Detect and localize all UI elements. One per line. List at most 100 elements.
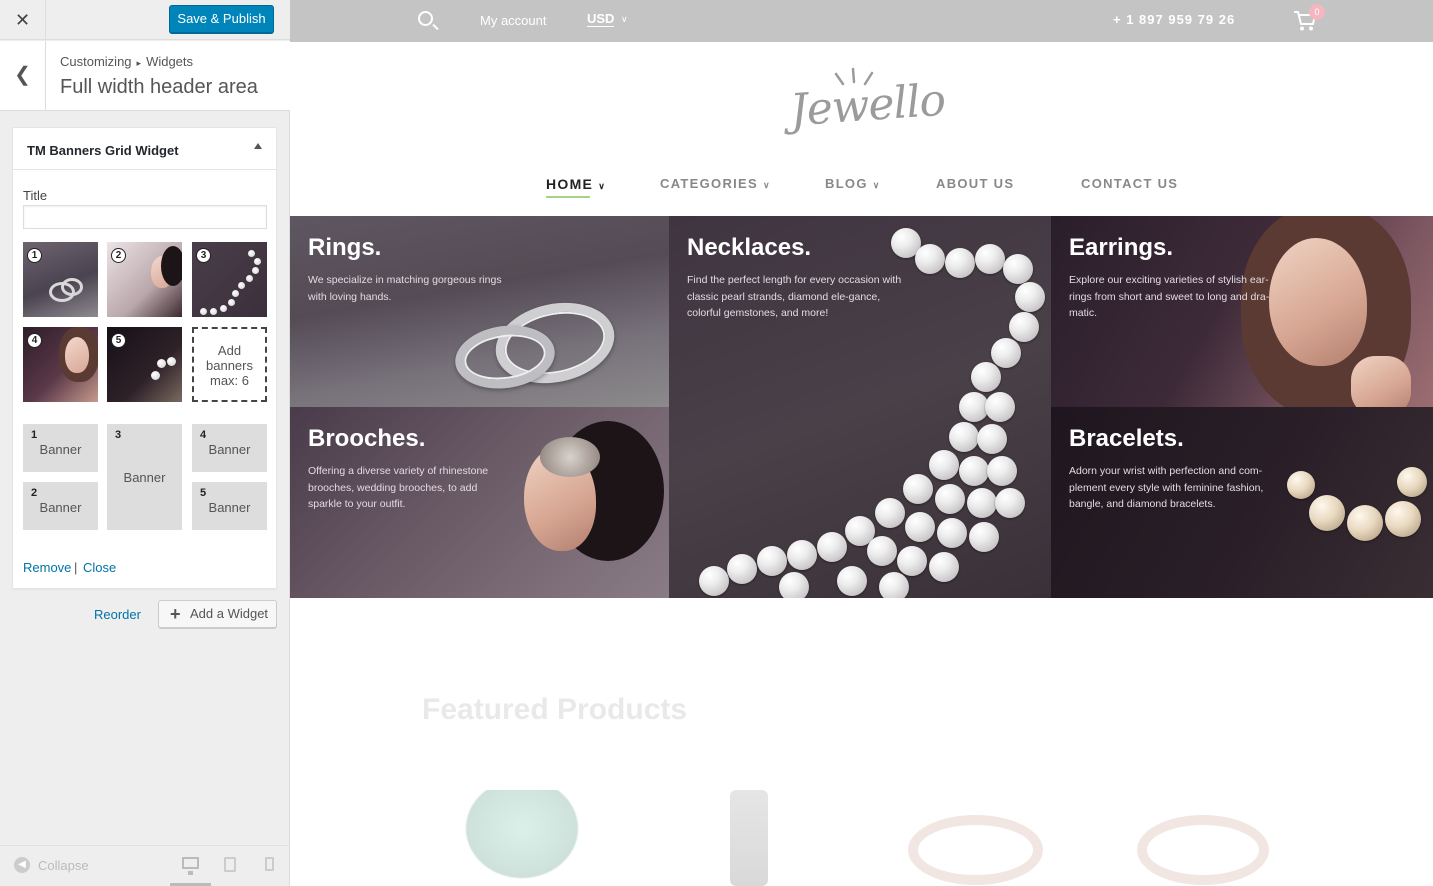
chevron-down-icon: ∨ (598, 181, 607, 191)
pearl-image (945, 248, 975, 278)
slot-label: Banner (208, 442, 251, 457)
banner-rings[interactable]: Rings. We specialize in matching gorgeou… (290, 216, 669, 407)
add-banners-button[interactable]: Add banners max: 6 (192, 327, 267, 402)
back-button[interactable]: ❮ (0, 41, 46, 111)
site-logo[interactable]: Jewello (788, 66, 947, 136)
add-widget-label: Add a Widget (190, 606, 269, 621)
save-publish-button[interactable]: Save & Publish (169, 5, 274, 33)
breadcrumb: Customizing ▸ Widgets (60, 54, 193, 69)
pearl-image (1347, 505, 1383, 541)
banner-earrings[interactable]: Earrings. Explore our exciting varieties… (1051, 216, 1433, 407)
pearl-image (1003, 254, 1033, 284)
pearl-image (787, 540, 817, 570)
banner-text: Explore our exciting varieties of stylis… (1069, 274, 1270, 319)
caret-up-icon[interactable] (254, 143, 262, 149)
widget-header[interactable]: TM Banners Grid Widget (13, 128, 276, 170)
tablet-preview-icon[interactable] (224, 857, 236, 872)
layout-slot[interactable]: 1 Banner (23, 424, 98, 472)
layout-slot[interactable]: 2 Banner (23, 482, 98, 530)
pearl-image (1015, 282, 1045, 312)
reorder-link[interactable]: Reorder (94, 607, 141, 622)
nav-contact-us[interactable]: CONTACT US (1081, 176, 1178, 191)
slot-label: Banner (208, 500, 251, 515)
banner-necklaces[interactable]: Necklaces. Find the perfect length for e… (669, 216, 1051, 598)
brooch-image (540, 437, 600, 477)
panel-header: ❮ Customizing ▸ Widgets Full width header … (0, 41, 290, 111)
banner-thumbnail-necklaces[interactable]: 3 (192, 242, 267, 317)
add-widget-button[interactable]: + Add a Widget (158, 600, 277, 628)
thumbnail-number: 5 (111, 333, 126, 348)
banner-thumbnail-rings[interactable]: 1 (23, 242, 98, 317)
logo-text: Jewello (788, 74, 947, 137)
banners-grid: Rings. We specialize in matching gorgeou… (290, 216, 1433, 598)
collapse-icon[interactable]: ◀ (14, 857, 30, 873)
product-image[interactable] (730, 790, 768, 886)
pearl-image (977, 424, 1007, 454)
layout-slot[interactable]: 3 Banner (107, 424, 182, 530)
product-image[interactable] (457, 790, 587, 886)
search-icon[interactable] (418, 11, 433, 26)
phone-number: + 1 897 959 79 26 (1113, 12, 1236, 27)
pearl-image (905, 512, 935, 542)
nav-about-us[interactable]: ABOUT US (936, 176, 1014, 191)
my-account-link[interactable]: My account (480, 13, 546, 28)
banner-brooches[interactable]: Brooches. Offering a diverse variety of … (290, 407, 669, 598)
banner-text: We specialize in matching gorgeous rings… (308, 274, 502, 303)
currency-selector[interactable]: USD (587, 12, 615, 27)
hair-image (161, 246, 182, 286)
banner-title: Bracelets. (1069, 425, 1184, 452)
title-input[interactable] (23, 205, 267, 229)
panel-title: Full width header area (60, 76, 258, 98)
banner-bracelets[interactable]: Bracelets. Adorn your wrist with perfect… (1051, 407, 1433, 598)
breadcrumb-child: Widgets (146, 54, 194, 69)
slot-number: 4 (200, 429, 207, 441)
banner-title: Earrings. (1069, 234, 1174, 261)
nav-active-indicator (546, 196, 590, 198)
chevron-down-icon: ∨ (763, 180, 771, 190)
pearl-image (967, 488, 997, 518)
pearl-image (929, 552, 959, 582)
pearl-image (699, 566, 729, 596)
nav-blog[interactable]: BLOG ∨ (825, 176, 881, 191)
nav-home[interactable]: HOME ∨ (546, 176, 606, 192)
banner-title: Rings. (308, 234, 382, 261)
desktop-preview-icon[interactable] (182, 857, 199, 875)
pearl-image (879, 572, 909, 598)
pearl-image (995, 488, 1025, 518)
banner-text: Find the perfect length for every occasi… (687, 274, 902, 319)
slot-label: Banner (39, 442, 82, 457)
link-separator: | (74, 560, 78, 575)
layout-slot[interactable]: 4 Banner (192, 424, 267, 472)
pearl-image (1287, 471, 1315, 499)
hand-image (1351, 356, 1411, 407)
pearl-image (252, 267, 259, 274)
customizer-header: ✕ Save & Publish (0, 0, 290, 40)
close-customizer-button[interactable]: ✕ (0, 0, 46, 40)
banner-text: Offering a diverse variety of rhinestone… (308, 465, 489, 510)
collapse-button[interactable]: Collapse (38, 858, 89, 873)
nav-categories[interactable]: CATEGORIES ∨ (660, 176, 771, 191)
pearl-image (220, 305, 227, 312)
pearl-image (246, 275, 253, 282)
banners-grid-widget: TM Banners Grid Widget Title 1 2 3 4 5 A… (12, 127, 277, 589)
banner-thumbnail-brooches[interactable]: 2 (107, 242, 182, 317)
layout-slot[interactable]: 5 Banner (192, 482, 267, 530)
chevron-down-icon[interactable]: ∨ (621, 14, 628, 25)
slot-label: Banner (123, 470, 166, 485)
close-widget-link[interactable]: Close (83, 560, 116, 575)
mobile-preview-icon[interactable] (265, 857, 274, 871)
close-icon: ✕ (14, 10, 31, 30)
product-image[interactable] (1137, 815, 1269, 885)
banner-thumbnail-earrings[interactable]: 4 (23, 327, 98, 402)
pearl-image (817, 532, 847, 562)
thumbnail-number: 1 (27, 248, 42, 263)
site-topbar: My account USD ∨ + 1 897 959 79 26 0 (290, 0, 1433, 42)
pearl-image (915, 244, 945, 274)
plus-icon: + (170, 604, 181, 624)
pearl-image (200, 308, 207, 315)
remove-widget-link[interactable]: Remove (23, 560, 71, 575)
banner-thumbnail-bracelets[interactable]: 5 (107, 327, 182, 402)
product-image[interactable] (908, 815, 1043, 885)
pearl-image (248, 250, 255, 257)
pearl-image (959, 456, 989, 486)
